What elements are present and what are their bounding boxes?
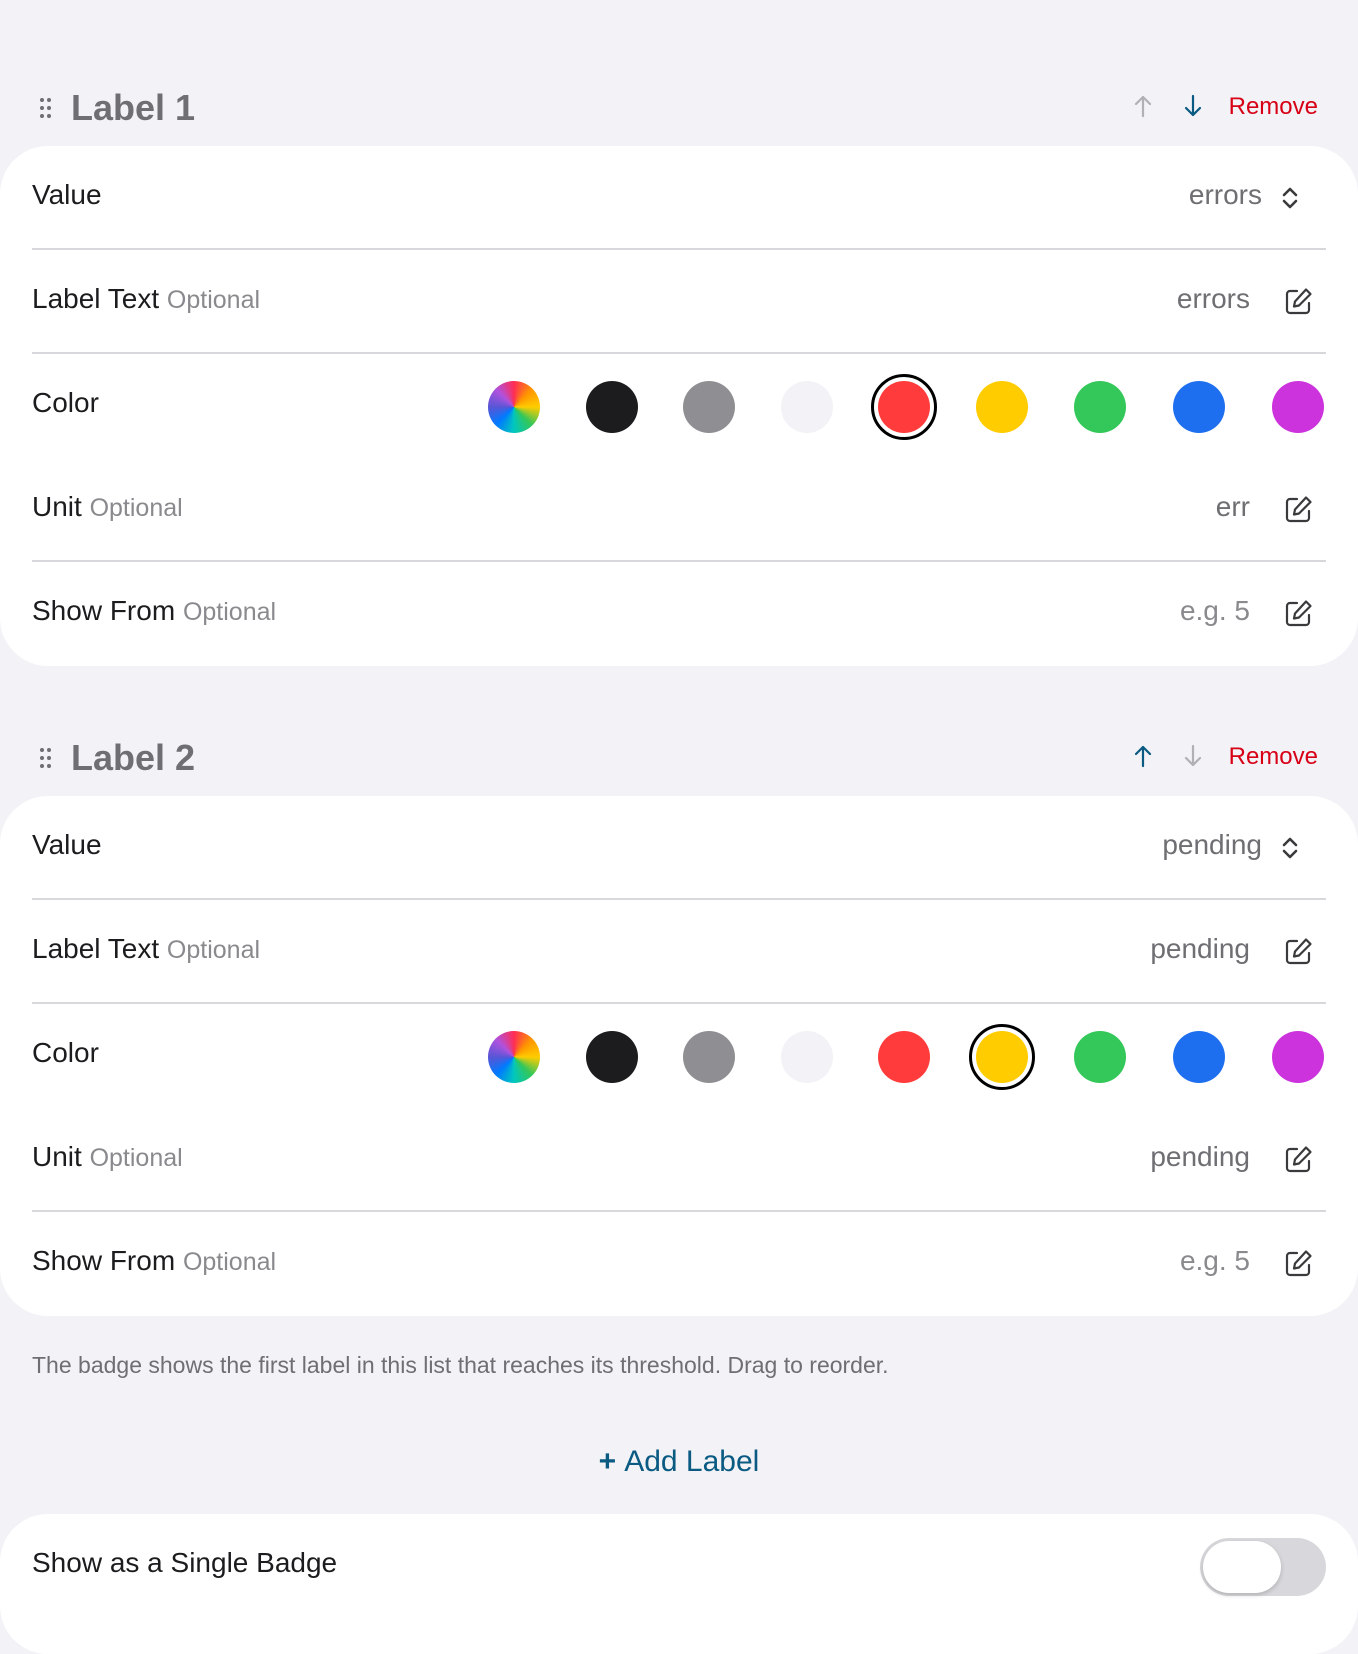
color-swatch-white[interactable] [781,381,833,433]
label-2-header: Label 2 Remove [0,727,1358,787]
color-swatch-gray[interactable] [683,381,735,433]
color-swatch-yellow[interactable] [976,381,1028,433]
move-down-button[interactable] [1178,741,1208,771]
label-1-header: Label 1 Remove [0,77,1358,137]
arrow-down-icon [1184,744,1202,767]
optional-tag: Optional [182,598,277,626]
color-swatch-green[interactable] [1074,381,1126,433]
section-title: Label 2 [71,737,196,778]
color-label: Color [32,387,99,418]
show-from-input[interactable]: e.g. 5 [1180,595,1250,627]
label-text-row[interactable]: Label Text Optional errors [32,250,1326,354]
single-badge-label: Show as a Single Badge [32,1547,338,1578]
edit-icon[interactable] [1282,1248,1314,1280]
single-badge-toggle[interactable] [1200,1538,1326,1596]
color-swatch-purple[interactable] [1272,1031,1324,1083]
label-text-label: Label Text Optional [32,283,261,314]
optional-tag: Optional [166,286,261,314]
show-from-row[interactable]: Show From Optional e.g. 5 [32,1212,1326,1316]
remove-button[interactable]: Remove [1229,93,1318,121]
show-from-label: Show From Optional [32,595,277,626]
label-2-card: Value pending Label Text Optional pendin… [0,796,1358,1316]
value-row[interactable]: Value errors [32,146,1326,250]
optional-tag: Optional [166,936,261,964]
reorder-hint: The badge shows the first label in this … [32,1352,889,1378]
optional-tag: Optional [182,1248,277,1276]
unit-value[interactable]: err [1216,491,1250,523]
chevron-up-down-icon [1282,837,1298,859]
edit-icon[interactable] [1282,1144,1314,1176]
unit-label: Unit Optional [32,491,183,522]
color-swatch-green[interactable] [1074,1031,1126,1083]
color-row: Color [32,1004,1326,1108]
edit-icon[interactable] [1282,286,1314,318]
toggle-knob [1203,1541,1281,1593]
add-label-button[interactable]: + Add Label [0,1445,1358,1479]
show-from-label: Show From Optional [32,1245,277,1276]
move-up-button[interactable] [1128,741,1158,771]
optional-tag: Optional [89,494,183,522]
value-label: Value [32,829,102,860]
color-swatch-purple[interactable] [1272,381,1324,433]
single-badge-card: Show as a Single Badge [0,1514,1358,1654]
label-text-value[interactable]: pending [1150,933,1250,965]
move-up-button[interactable] [1128,91,1158,121]
value-select[interactable]: errors [1189,179,1262,211]
color-swatch-blue[interactable] [1173,381,1225,433]
value-row[interactable]: Value pending [32,796,1326,900]
label-text-label: Label Text Optional [32,933,261,964]
add-label-text: Add Label [624,1445,760,1478]
color-swatch-black[interactable] [586,1031,638,1083]
unit-row[interactable]: Unit Optional err [32,458,1326,562]
unit-value[interactable]: pending [1150,1141,1250,1173]
unit-label: Unit Optional [32,1141,183,1172]
color-swatch-yellow[interactable] [969,1024,1035,1090]
remove-button[interactable]: Remove [1229,743,1318,771]
arrow-down-icon [1184,94,1202,117]
color-swatch-multicolor[interactable] [488,1031,540,1083]
color-label: Color [32,1037,99,1068]
value-label: Value [32,179,102,210]
label-text-value[interactable]: errors [1177,283,1250,315]
color-swatch-red[interactable] [878,1031,930,1083]
edit-icon[interactable] [1282,936,1314,968]
arrow-up-icon [1134,745,1152,768]
chevron-up-down-icon [1282,187,1298,209]
color-swatch-gray[interactable] [683,1031,735,1083]
edit-icon[interactable] [1282,598,1314,630]
label-1-card: Value errors Label Text Optional errors … [0,146,1358,666]
color-row: Color [32,354,1326,458]
color-swatch-black[interactable] [586,381,638,433]
arrow-up-icon [1134,95,1152,118]
optional-tag: Optional [89,1144,183,1172]
edit-icon[interactable] [1282,494,1314,526]
unit-row[interactable]: Unit Optional pending [32,1108,1326,1212]
color-swatch-multicolor[interactable] [488,381,540,433]
drag-handle-icon[interactable] [38,97,54,119]
label-text-row[interactable]: Label Text Optional pending [32,900,1326,1004]
show-from-row[interactable]: Show From Optional e.g. 5 [32,562,1326,666]
plus-icon: + [598,1445,617,1478]
color-swatch-blue[interactable] [1173,1031,1225,1083]
show-from-input[interactable]: e.g. 5 [1180,1245,1250,1277]
value-select[interactable]: pending [1162,829,1262,861]
color-swatch-red[interactable] [871,374,937,440]
color-swatch-white[interactable] [781,1031,833,1083]
move-down-button[interactable] [1178,91,1208,121]
section-title: Label 1 [71,87,196,128]
drag-handle-icon[interactable] [38,747,54,769]
